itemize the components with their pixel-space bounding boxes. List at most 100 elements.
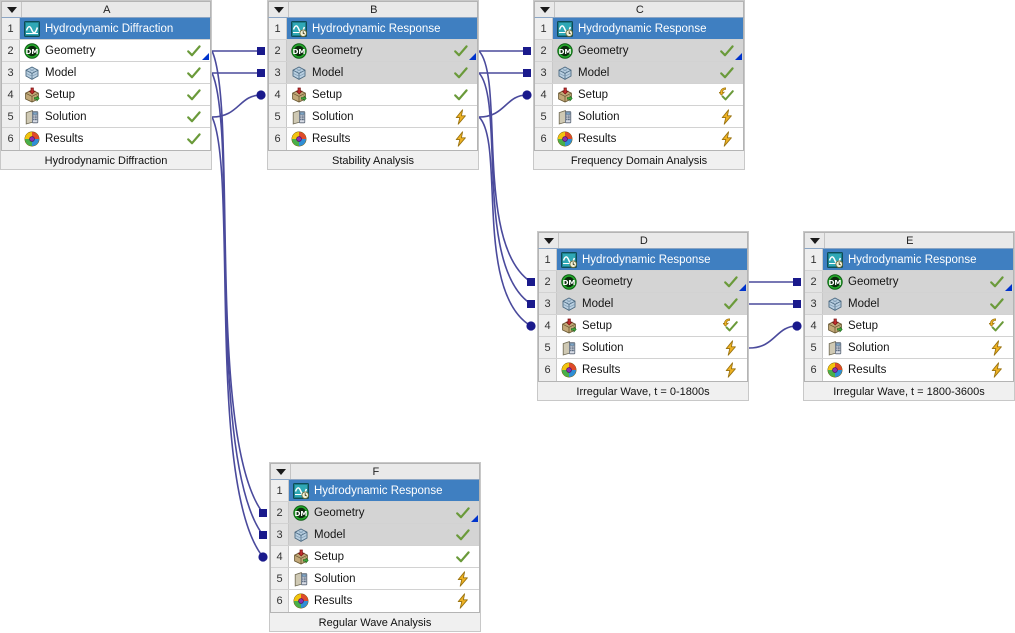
- cell-content[interactable]: Results: [20, 128, 210, 150]
- cell-row-solution[interactable]: 5 Solution: [269, 106, 477, 128]
- cell-content[interactable]: Hydrodynamic Response: [287, 18, 477, 39]
- link-connector-circle[interactable]: [792, 321, 802, 331]
- cell-row-setup[interactable]: 4 Setup: [2, 84, 210, 106]
- cell-row-model[interactable]: 3 Model: [535, 62, 743, 84]
- cell-row-geometry[interactable]: 2 DM Geometry: [535, 40, 743, 62]
- cell-content[interactable]: Hydrodynamic Response: [553, 18, 743, 39]
- cell-content[interactable]: Setup: [20, 84, 210, 105]
- cell-row-model[interactable]: 3 Model: [805, 293, 1013, 315]
- cell-content[interactable]: DM Geometry: [287, 40, 477, 61]
- link-connector-square[interactable]: [527, 300, 535, 308]
- cell-content[interactable]: Setup: [289, 546, 479, 567]
- cell-row-setup[interactable]: 4 Setup: [271, 546, 479, 568]
- cell-row-solution[interactable]: 5 Solution: [535, 106, 743, 128]
- system-block-a[interactable]: A1 Hydrodynamic Diffraction 2 DM Geometry…: [0, 0, 212, 170]
- cell-row-results[interactable]: 6 Results: [539, 359, 747, 381]
- cell-row-hydrodynamic-response[interactable]: 1 Hydrodynamic Response: [269, 18, 477, 40]
- cell-content[interactable]: Setup: [287, 84, 477, 105]
- cell-content[interactable]: Hydrodynamic Diffraction: [20, 18, 210, 39]
- cell-content[interactable]: Model: [20, 62, 210, 83]
- cell-content[interactable]: DM Geometry: [20, 40, 210, 61]
- system-header-e[interactable]: E: [804, 232, 1014, 249]
- link-connector-circle[interactable]: [256, 90, 266, 100]
- cell-content[interactable]: Solution: [557, 337, 747, 358]
- link-connector-circle[interactable]: [258, 552, 268, 562]
- cell-content[interactable]: Results: [289, 590, 479, 612]
- cell-row-geometry[interactable]: 2 DM Geometry: [805, 271, 1013, 293]
- project-schematic-canvas[interactable]: A1 Hydrodynamic Diffraction 2 DM Geometry…: [0, 0, 1015, 633]
- cell-row-hydrodynamic-response[interactable]: 1 Hydrodynamic Response: [539, 249, 747, 271]
- cell-row-hydrodynamic-response[interactable]: 1 Hydrodynamic Response: [271, 480, 479, 502]
- cell-content[interactable]: Hydrodynamic Response: [289, 480, 479, 501]
- collapse-caret-icon[interactable]: [535, 2, 555, 17]
- cell-row-results[interactable]: 6 Results: [2, 128, 210, 150]
- link-connector-circle[interactable]: [522, 90, 532, 100]
- cell-row-setup[interactable]: 4 Setup: [535, 84, 743, 106]
- cell-content[interactable]: DM Geometry: [553, 40, 743, 61]
- cell-row-results[interactable]: 6 Results: [535, 128, 743, 150]
- cell-content[interactable]: DM Geometry: [557, 271, 747, 292]
- cell-content[interactable]: Results: [823, 359, 1013, 381]
- system-header-d[interactable]: D: [538, 232, 748, 249]
- system-header-a[interactable]: A: [1, 1, 211, 18]
- cell-row-solution[interactable]: 5 Solution: [805, 337, 1013, 359]
- cell-row-results[interactable]: 6 Results: [805, 359, 1013, 381]
- system-block-e[interactable]: E1 Hydrodynamic Response 2 DM Geometry 3 …: [803, 231, 1015, 401]
- cell-content[interactable]: DM Geometry: [289, 502, 479, 523]
- link-connector-square[interactable]: [523, 69, 531, 77]
- cell-row-solution[interactable]: 5 Solution: [271, 568, 479, 590]
- cell-row-setup[interactable]: 4 Setup: [269, 84, 477, 106]
- system-header-f[interactable]: F: [270, 463, 480, 480]
- system-name-label[interactable]: Hydrodynamic Diffraction: [1, 155, 211, 167]
- system-name-label[interactable]: Irregular Wave, t = 1800-3600s: [804, 386, 1014, 398]
- cell-row-geometry[interactable]: 2 DM Geometry: [271, 502, 479, 524]
- collapse-caret-icon[interactable]: [271, 464, 291, 479]
- cell-row-results[interactable]: 6 Results: [271, 590, 479, 612]
- collapse-caret-icon[interactable]: [2, 2, 22, 17]
- cell-content[interactable]: Setup: [823, 315, 1013, 336]
- cell-content[interactable]: Model: [557, 293, 747, 314]
- cell-row-model[interactable]: 3 Model: [2, 62, 210, 84]
- cell-row-model[interactable]: 3 Model: [271, 524, 479, 546]
- cell-content[interactable]: Setup: [557, 315, 747, 336]
- cell-content[interactable]: DM Geometry: [823, 271, 1013, 292]
- cell-row-geometry[interactable]: 2 DM Geometry: [269, 40, 477, 62]
- system-name-label[interactable]: Stability Analysis: [268, 155, 478, 167]
- cell-row-geometry[interactable]: 2 DM Geometry: [2, 40, 210, 62]
- link-connector-circle[interactable]: [526, 321, 536, 331]
- link-connector-square[interactable]: [793, 278, 801, 286]
- collapse-caret-icon[interactable]: [539, 233, 559, 248]
- cell-content[interactable]: Model: [823, 293, 1013, 314]
- link-connector-square[interactable]: [523, 47, 531, 55]
- system-name-label[interactable]: Frequency Domain Analysis: [534, 155, 744, 167]
- cell-row-hydrodynamic-diffraction[interactable]: 1 Hydrodynamic Diffraction: [2, 18, 210, 40]
- cell-row-geometry[interactable]: 2 DM Geometry: [539, 271, 747, 293]
- cell-row-setup[interactable]: 4 Setup: [805, 315, 1013, 337]
- link-connector-square[interactable]: [257, 69, 265, 77]
- cell-content[interactable]: Hydrodynamic Response: [823, 249, 1013, 270]
- system-block-f[interactable]: F1 Hydrodynamic Response 2 DM Geometry 3 …: [269, 462, 481, 632]
- cell-content[interactable]: Model: [289, 524, 479, 545]
- cell-content[interactable]: Solution: [287, 106, 477, 127]
- cell-content[interactable]: Results: [557, 359, 747, 381]
- cell-content[interactable]: Results: [287, 128, 477, 150]
- cell-content[interactable]: Results: [553, 128, 743, 150]
- collapse-caret-icon[interactable]: [805, 233, 825, 248]
- system-block-c[interactable]: C1 Hydrodynamic Response 2 DM Geometry 3 …: [533, 0, 745, 170]
- link-connector-square[interactable]: [259, 509, 267, 517]
- system-name-label[interactable]: Irregular Wave, t = 0-1800s: [538, 386, 748, 398]
- system-name-label[interactable]: Regular Wave Analysis: [270, 617, 480, 629]
- cell-row-solution[interactable]: 5 Solution: [539, 337, 747, 359]
- system-header-b[interactable]: B: [268, 1, 478, 18]
- collapse-caret-icon[interactable]: [269, 2, 289, 17]
- cell-row-hydrodynamic-response[interactable]: 1 Hydrodynamic Response: [535, 18, 743, 40]
- link-connector-square[interactable]: [259, 531, 267, 539]
- cell-content[interactable]: Model: [553, 62, 743, 83]
- cell-content[interactable]: Solution: [823, 337, 1013, 358]
- system-header-c[interactable]: C: [534, 1, 744, 18]
- cell-row-results[interactable]: 6 Results: [269, 128, 477, 150]
- system-block-b[interactable]: B1 Hydrodynamic Response 2 DM Geometry 3 …: [267, 0, 479, 170]
- cell-row-hydrodynamic-response[interactable]: 1 Hydrodynamic Response: [805, 249, 1013, 271]
- cell-content[interactable]: Solution: [20, 106, 210, 127]
- link-connector-square[interactable]: [257, 47, 265, 55]
